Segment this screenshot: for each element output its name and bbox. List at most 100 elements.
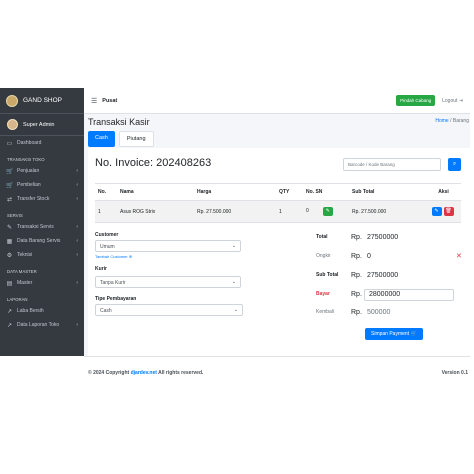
chevron-left-icon: ‹ xyxy=(76,252,78,258)
sidebar-item-label: Transfer Stock xyxy=(17,196,50,202)
sidebar-item-transfer-stock[interactable]: ⇄ Transfer Stock ‹ xyxy=(0,192,84,206)
courier-label: Kurir xyxy=(95,266,107,272)
chevron-down-icon: ⌄ xyxy=(231,243,236,249)
ongkir-label: Ongkir xyxy=(316,253,331,259)
cell-nama: Asus ROG Strix xyxy=(117,200,194,223)
avatar xyxy=(7,119,18,130)
app-version: Version 0.1 xyxy=(441,370,468,376)
tab-cash[interactable]: Cash xyxy=(88,131,115,147)
logout-link[interactable]: Logout ⇥ xyxy=(442,98,463,104)
barcode-input[interactable]: Barcode / Kode Barang xyxy=(343,158,441,171)
edit-sn-button[interactable]: ✎ xyxy=(322,207,333,216)
dashboard-icon: ▭ xyxy=(6,140,13,147)
user-name: Super Admin xyxy=(23,121,55,128)
copyright: © 2024 Copyright djardev.net All rights … xyxy=(88,370,204,376)
cell-aksi: ✎ 🗑 xyxy=(426,200,461,223)
brand-logo xyxy=(6,94,18,107)
cell-no: 1 xyxy=(95,200,117,223)
cell-harga: Rp. 27.500.000 xyxy=(194,200,276,223)
cell-sn: 0 ✎ xyxy=(303,200,349,223)
switch-branch-button[interactable]: Pindah Cabang xyxy=(396,95,436,106)
nav-section-header: SERVIS xyxy=(7,213,23,218)
courier-select[interactable]: Tanpa Kurir ⌄ xyxy=(95,276,241,288)
brand[interactable]: GAND SHOP xyxy=(0,88,84,114)
kembali-value: 500000 xyxy=(367,309,391,316)
sidebar-item-master[interactable]: ▤ Master ‹ xyxy=(0,276,84,290)
add-customer-link[interactable]: Tambah Customer ⊕ xyxy=(95,254,132,259)
search-icon: ⌕ xyxy=(452,161,457,167)
edit-icon: ✎ xyxy=(325,208,330,214)
col-qty: QTY xyxy=(276,183,303,201)
subtotal-label: Sub Total xyxy=(316,272,339,278)
subtotal-currency: Rp. xyxy=(351,272,362,279)
col-nama: Nama xyxy=(117,183,194,201)
search-button[interactable]: ⌕ xyxy=(448,158,461,171)
col-sn: No. SN xyxy=(303,183,349,201)
sidebar-item-data-barang-servis[interactable]: ▦ Data Barang Servis ‹ xyxy=(0,234,84,248)
payment-type-select[interactable]: Cash ⌄ xyxy=(95,304,243,316)
sidebar-item-laba-bersih[interactable]: ↗ Laba Bersih xyxy=(0,304,84,318)
total-value: 27500000 xyxy=(367,234,399,241)
plus-icon: ⊕ xyxy=(128,254,133,259)
cart-icon: 🛒 xyxy=(6,168,14,175)
sidebar-item-pembelian[interactable]: 🛒 Pembelian ‹ xyxy=(0,178,84,192)
chevron-left-icon: ‹ xyxy=(76,182,78,188)
col-harga: Harga xyxy=(194,183,276,201)
kembali-currency: Rp. xyxy=(351,309,362,316)
footer: © 2024 Copyright djardev.net All rights … xyxy=(84,356,470,384)
total-label: Total xyxy=(316,234,328,240)
menu-icon[interactable]: ☰ xyxy=(91,97,97,105)
items-table: No. Nama Harga QTY No. SN Sub Total Aksi… xyxy=(95,183,461,223)
sidebar-item-label: Dashboard xyxy=(17,140,42,146)
cart-icon: 🛒 xyxy=(6,182,14,189)
remove-ongkir-icon[interactable]: ✕ xyxy=(456,252,462,260)
col-no: No. xyxy=(95,183,117,201)
pencil-icon: ✎ xyxy=(434,208,439,214)
customer-label: Customer xyxy=(95,232,119,238)
chevron-down-icon: ⌄ xyxy=(231,279,236,285)
table-icon: ▦ xyxy=(6,238,13,245)
chevron-left-icon: ‹ xyxy=(76,238,78,244)
bayar-input[interactable]: 28000000 xyxy=(364,289,454,301)
save-payment-button[interactable]: Simpan Payment 🛒 xyxy=(365,328,423,340)
top-navbar: ☰ Pusat Pindah Cabang Logout ⇥ xyxy=(84,88,470,114)
gear-icon: ⚙ xyxy=(6,252,13,259)
nav-section-header: LAPORAN xyxy=(7,297,28,302)
bayar-label: Bayar xyxy=(316,291,330,297)
chevron-down-icon: ⌄ xyxy=(233,307,238,313)
cell-qty: 1 xyxy=(276,200,303,223)
sidebar-item-label: Laba Bersih xyxy=(17,308,44,314)
sidebar-item-label: Data Laporan Toko xyxy=(17,322,60,328)
sidebar-item-transaksi-servis[interactable]: ✎ Transaksi Servis ‹ xyxy=(0,220,84,234)
cell-subtotal: Rp. 27.500.000 xyxy=(349,200,426,223)
customer-select[interactable]: Umum ⌄ xyxy=(95,240,241,252)
ongkir-currency: Rp. xyxy=(351,253,362,260)
chevron-left-icon: ‹ xyxy=(76,224,78,230)
sidebar-item-label: Teknisi xyxy=(17,252,33,258)
edit-button[interactable]: ✎ xyxy=(431,207,442,216)
cart-icon: 🛒 xyxy=(410,331,417,337)
chart-icon: ↗ xyxy=(6,322,13,329)
kembali-label: Kembali xyxy=(316,309,335,315)
delete-button[interactable]: 🗑 xyxy=(443,207,454,216)
user-panel[interactable]: Super Admin xyxy=(0,114,84,136)
footer-link[interactable]: djardev.net xyxy=(131,370,157,376)
sidebar-item-dashboard[interactable]: ▭ Dashboard xyxy=(0,136,84,150)
breadcrumb-home[interactable]: Home xyxy=(435,118,448,124)
payment-type-label: Tipe Pembayaran xyxy=(95,296,137,302)
main-content: Transaksi Kasir Home / Barang Cash Piuta… xyxy=(84,114,470,356)
sidebar-nav: ▭ Dashboard TRANSAKSI TOKO 🛒 Penjualan ‹ 🛒 Pemb… xyxy=(0,136,84,332)
subtotal-value: 27500000 xyxy=(367,272,399,279)
sidebar-item-data-laporan-toko[interactable]: ↗ Data Laporan Toko ‹ xyxy=(0,318,84,332)
breadcrumb-current: Barang xyxy=(452,118,469,124)
sidebar-item-teknisi[interactable]: ⚙ Teknisi ‹ xyxy=(0,248,84,262)
folder-icon: ▤ xyxy=(6,280,13,287)
col-aksi: Aksi xyxy=(426,183,461,201)
sidebar-item-penjualan[interactable]: 🛒 Penjualan ‹ xyxy=(0,164,84,178)
tab-piutang[interactable]: Piutang xyxy=(118,131,154,147)
sidebar-item-label: Master xyxy=(17,280,33,286)
ongkir-value: 0 xyxy=(367,253,371,260)
invoice-number: No. Invoice: 202408263 xyxy=(95,157,212,169)
chevron-left-icon: ‹ xyxy=(76,322,78,328)
chevron-left-icon: ‹ xyxy=(76,168,78,174)
